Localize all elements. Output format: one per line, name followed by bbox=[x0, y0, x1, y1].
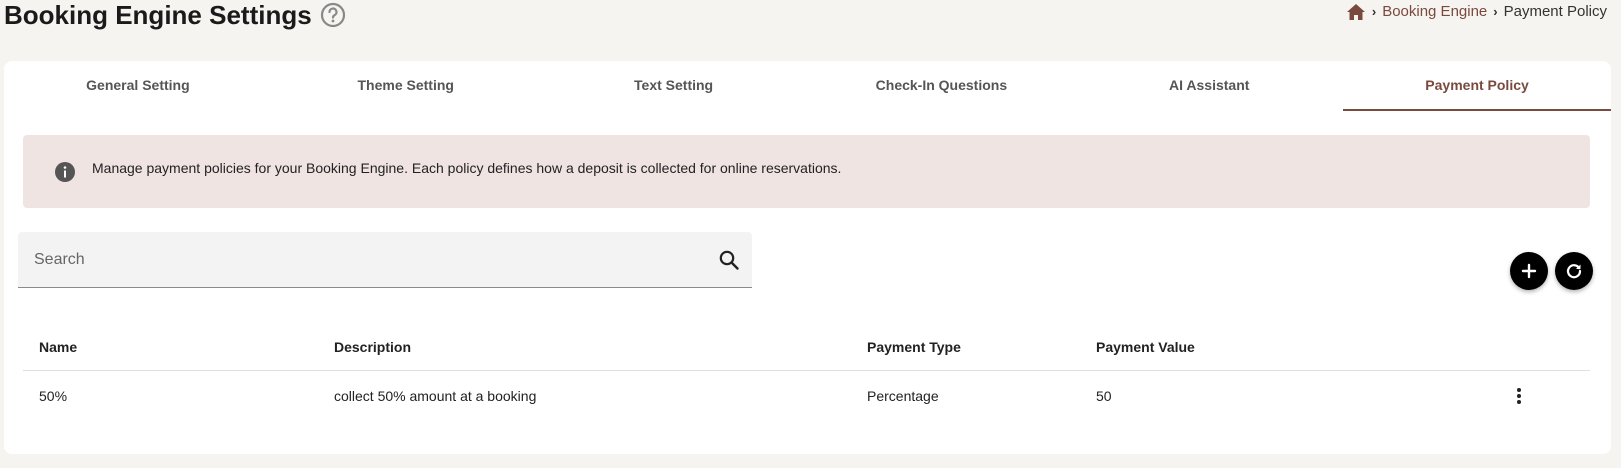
refresh-button[interactable] bbox=[1555, 252, 1593, 290]
page-title: Booking Engine Settings bbox=[4, 0, 346, 30]
settings-tabs: General Setting Theme Setting Text Setti… bbox=[4, 61, 1611, 111]
breadcrumb: › Booking Engine › Payment Policy bbox=[1346, 2, 1607, 22]
search-field[interactable] bbox=[18, 232, 752, 288]
tab-check-in-questions[interactable]: Check-In Questions bbox=[807, 61, 1075, 111]
column-header-payment-value[interactable]: Payment Value bbox=[1096, 339, 1195, 355]
info-banner: Manage payment policies for your Booking… bbox=[23, 135, 1590, 208]
table-row[interactable]: 50% collect 50% amount at a booking Perc… bbox=[23, 371, 1590, 421]
table-header: Name Description Payment Type Payment Va… bbox=[23, 323, 1590, 371]
info-text: Manage payment policies for your Booking… bbox=[92, 159, 842, 176]
tab-payment-policy[interactable]: Payment Policy bbox=[1343, 61, 1611, 111]
search-icon[interactable] bbox=[718, 249, 740, 271]
cell-name: 50% bbox=[39, 388, 68, 404]
chevron-right-icon: › bbox=[1371, 4, 1377, 19]
cell-payment-value: 50 bbox=[1096, 388, 1112, 404]
cell-description: collect 50% amount at a booking bbox=[334, 388, 537, 404]
tab-theme-setting[interactable]: Theme Setting bbox=[272, 61, 540, 111]
breadcrumb-item-booking-engine[interactable]: Booking Engine bbox=[1382, 2, 1487, 22]
page-title-text: Booking Engine Settings bbox=[4, 0, 312, 30]
info-icon bbox=[54, 161, 76, 183]
plus-icon bbox=[1521, 263, 1537, 279]
chevron-right-icon: › bbox=[1493, 4, 1498, 19]
settings-card: General Setting Theme Setting Text Setti… bbox=[4, 61, 1611, 454]
search-input[interactable] bbox=[34, 248, 674, 272]
column-header-description[interactable]: Description bbox=[334, 339, 411, 355]
column-header-payment-type[interactable]: Payment Type bbox=[867, 339, 961, 355]
tab-text-setting[interactable]: Text Setting bbox=[540, 61, 808, 111]
add-policy-button[interactable] bbox=[1510, 252, 1548, 290]
cell-payment-type: Percentage bbox=[867, 388, 939, 404]
refresh-icon bbox=[1566, 264, 1582, 279]
more-vert-icon[interactable] bbox=[1507, 384, 1531, 408]
help-circle-icon[interactable] bbox=[320, 2, 346, 28]
breadcrumb-item-payment-policy: Payment Policy bbox=[1503, 3, 1607, 20]
payment-policy-table: Name Description Payment Type Payment Va… bbox=[23, 323, 1590, 421]
home-icon[interactable] bbox=[1346, 3, 1366, 21]
tab-general-setting[interactable]: General Setting bbox=[4, 61, 272, 111]
column-header-name[interactable]: Name bbox=[39, 339, 77, 355]
tab-ai-assistant[interactable]: AI Assistant bbox=[1075, 61, 1343, 111]
